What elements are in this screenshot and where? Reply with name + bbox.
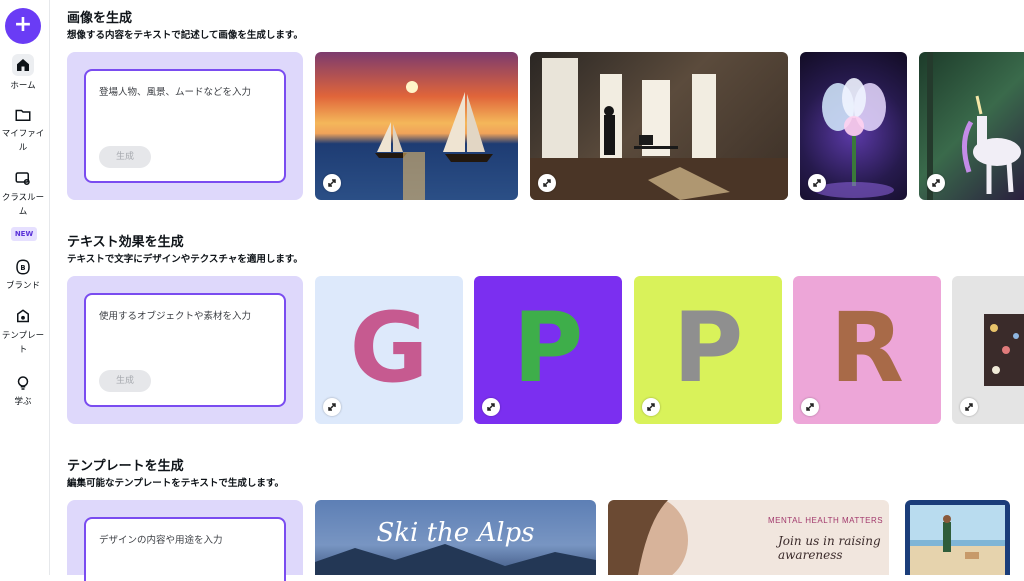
effect-letter: P	[672, 292, 744, 404]
prompt-placeholder: デザインの内容や用途を入力	[99, 535, 223, 546]
expand-icon[interactable]	[927, 174, 945, 192]
section-subtitle-templates: 編集可能なテンプレートをテキストで生成します。	[67, 478, 284, 489]
text-effect-card-floral[interactable]	[952, 276, 1024, 424]
beach-illustration	[910, 505, 1005, 575]
template-card-beach-dog[interactable]	[905, 500, 1010, 575]
image-card-unicorn-forest[interactable]	[919, 52, 1024, 200]
section-title-text-effects: テキスト効果を生成	[67, 235, 184, 250]
sidebar-item-label: ブランド	[5, 281, 40, 291]
template-prompt-input[interactable]: デザインの内容や用途を入力	[84, 517, 286, 581]
palette-icon	[17, 309, 29, 323]
expand-icon[interactable]	[323, 398, 341, 416]
image-card-sunlit-room[interactable]	[530, 52, 788, 200]
sidebar-item-learn[interactable]: 学ぶ	[0, 374, 46, 409]
sidebar-item-brand[interactable]: B ブランド	[0, 258, 46, 293]
section-subtitle-image: 想像する内容をテキストで記述して画像を生成します。	[67, 30, 303, 41]
effect-letter: G	[349, 292, 429, 404]
sidebar: + ホーム マイファイル クラスルーム NEW B ブランド テンプレート 学ぶ	[0, 0, 50, 575]
classroom-icon	[15, 172, 30, 185]
new-badge: NEW	[11, 227, 37, 241]
section-subtitle-text-effects: テキストで文字にデザインやテクスチャを適用します。	[67, 254, 303, 265]
image-card-glowing-flower[interactable]	[800, 52, 907, 200]
sidebar-item-my-files[interactable]: マイファイル	[0, 106, 46, 155]
text-effect-prompt-input[interactable]: 使用するオブジェクトや素材を入力 生成	[84, 293, 286, 407]
prompt-placeholder: 登場人物、風景、ムードなどを入力	[99, 87, 252, 98]
text-effect-card-puffer-p[interactable]: P	[634, 276, 782, 424]
text-effect-card-sparkle-r[interactable]: R	[793, 276, 941, 424]
svg-text:B: B	[20, 264, 25, 272]
text-effect-prompt-panel: 使用するオブジェクトや素材を入力 生成	[67, 276, 303, 424]
expand-icon[interactable]	[482, 398, 500, 416]
image-card-sunset-sailboats[interactable]	[315, 52, 518, 200]
template-heading: Join us in raising awareness	[778, 534, 881, 562]
sidebar-item-home[interactable]: ホーム	[0, 54, 46, 93]
section-title-image: 画像を生成	[67, 11, 133, 26]
expand-icon[interactable]	[808, 174, 826, 192]
expand-icon[interactable]	[642, 398, 660, 416]
expand-icon[interactable]	[538, 174, 556, 192]
template-card-mental-health[interactable]: MENTAL HEALTH MATTERS Join us in raising…	[608, 500, 889, 575]
sidebar-item-label: 学ぶ	[14, 397, 32, 407]
generate-button[interactable]: 生成	[99, 370, 151, 392]
template-card-ski-alps[interactable]: Ski the Alps	[315, 500, 596, 575]
text-effect-card-green-p[interactable]: P	[474, 276, 622, 424]
sidebar-item-classroom[interactable]: クラスルーム	[0, 170, 46, 219]
sidebar-item-label: テンプレート	[1, 331, 45, 355]
home-icon	[12, 54, 34, 76]
sidebar-item-label: クラスルーム	[1, 193, 45, 217]
image-prompt-panel: 登場人物、風景、ムードなどを入力 生成	[67, 52, 303, 200]
lightbulb-icon	[17, 376, 29, 390]
folder-icon	[15, 109, 31, 121]
sailboat-illustration	[375, 81, 493, 200]
image-prompt-input[interactable]: 登場人物、風景、ムードなどを入力 生成	[84, 69, 286, 183]
template-prompt-panel: デザインの内容や用途を入力	[67, 500, 303, 581]
expand-icon[interactable]	[960, 398, 978, 416]
generate-button[interactable]: 生成	[99, 146, 151, 168]
sunlit-room-illustration	[530, 58, 788, 200]
effect-letter: R	[830, 292, 904, 404]
template-subheading: MENTAL HEALTH MATTERS	[768, 516, 884, 525]
prompt-placeholder: 使用するオブジェクトや素材を入力	[99, 311, 252, 322]
sidebar-item-label: ホーム	[10, 81, 36, 91]
effect-letter: P	[512, 292, 584, 404]
text-effect-card-glitter-g[interactable]: G	[315, 276, 463, 424]
expand-icon[interactable]	[323, 174, 341, 192]
template-heading: Ski the Alps	[376, 518, 535, 548]
expand-icon[interactable]	[801, 398, 819, 416]
brand-icon: B	[16, 259, 30, 275]
section-title-templates: テンプレートを生成	[67, 459, 184, 474]
sidebar-item-label: マイファイル	[1, 129, 45, 153]
create-button[interactable]: +	[5, 8, 41, 44]
sidebar-item-templates[interactable]: テンプレート	[0, 308, 46, 357]
